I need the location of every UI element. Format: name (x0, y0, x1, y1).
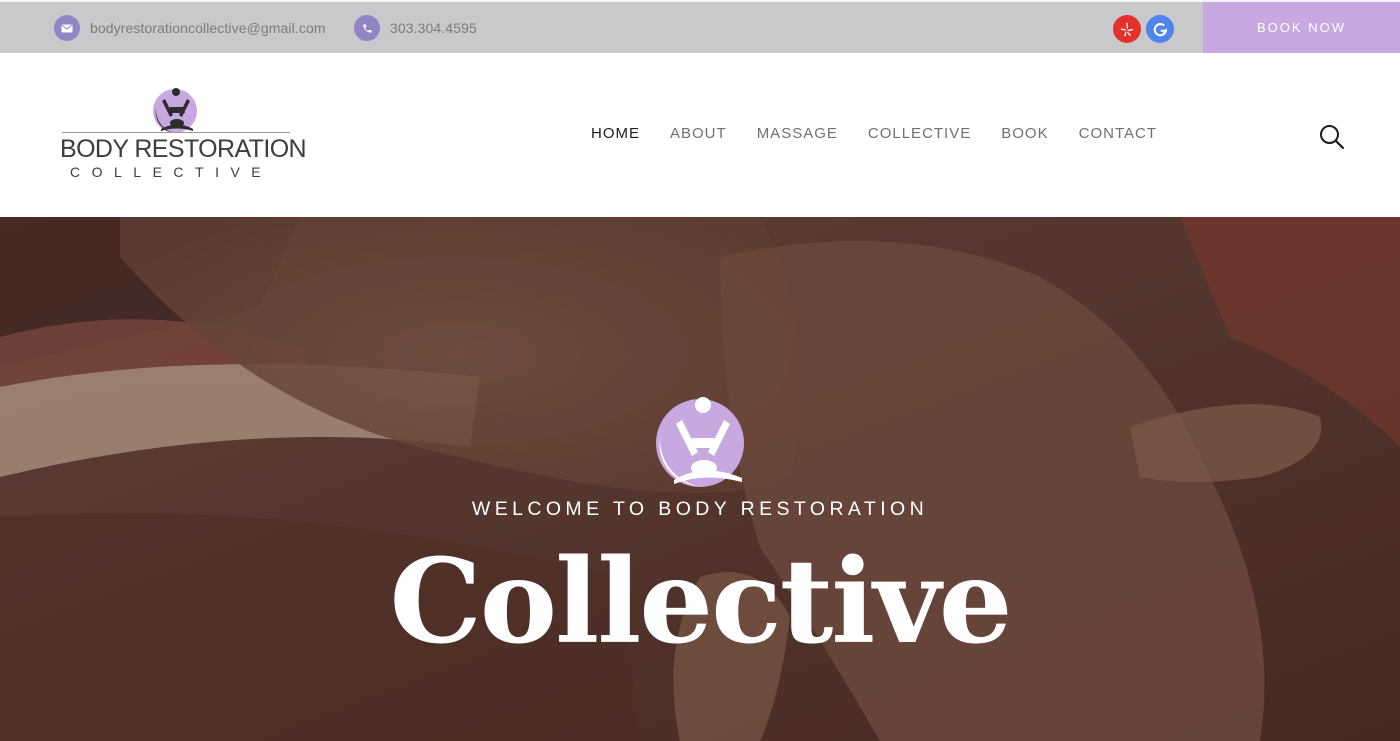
nav-collective[interactable]: COLLECTIVE (868, 125, 971, 142)
book-now-button[interactable]: BOOK NOW (1203, 2, 1400, 53)
site-header: BODY RESTORATION COLLECTIVE HOME ABOUT M… (0, 53, 1400, 217)
logo-wordmark: BODY RESTORATION (60, 135, 307, 163)
phone-icon (354, 15, 380, 41)
email-contact[interactable]: bodyrestorationcollective@gmail.com (54, 15, 326, 41)
email-text[interactable]: bodyrestorationcollective@gmail.com (90, 20, 326, 36)
nav-massage[interactable]: MASSAGE (757, 125, 838, 142)
logo-emblem-icon (153, 88, 197, 133)
search-icon[interactable] (1318, 123, 1346, 151)
nav-about[interactable]: ABOUT (670, 125, 727, 142)
google-icon[interactable] (1146, 15, 1174, 43)
nav-contact[interactable]: CONTACT (1079, 125, 1157, 142)
site-logo[interactable]: BODY RESTORATION COLLECTIVE (60, 87, 307, 187)
nav-home[interactable]: HOME (591, 125, 640, 142)
main-nav: HOME ABOUT MASSAGE COLLECTIVE BOOK CONTA… (591, 125, 1187, 142)
hero-subtitle: WELCOME TO BODY RESTORATION (471, 498, 929, 520)
logo-divider (62, 132, 290, 133)
envelope-icon (54, 15, 80, 41)
hero-title: Collective (389, 534, 1012, 670)
nav-book[interactable]: BOOK (1001, 125, 1048, 142)
phone-contact[interactable]: 303.304.4595 (354, 15, 477, 41)
top-bar: bodyrestorationcollective@gmail.com 303.… (0, 0, 1400, 53)
yelp-icon[interactable] (1113, 15, 1141, 43)
logo-subtitle: COLLECTIVE (70, 164, 273, 180)
hero-section: WELCOME TO BODY RESTORATION Collective (0, 217, 1400, 741)
phone-text[interactable]: 303.304.4595 (390, 20, 477, 36)
hero-logo-icon (656, 397, 744, 487)
